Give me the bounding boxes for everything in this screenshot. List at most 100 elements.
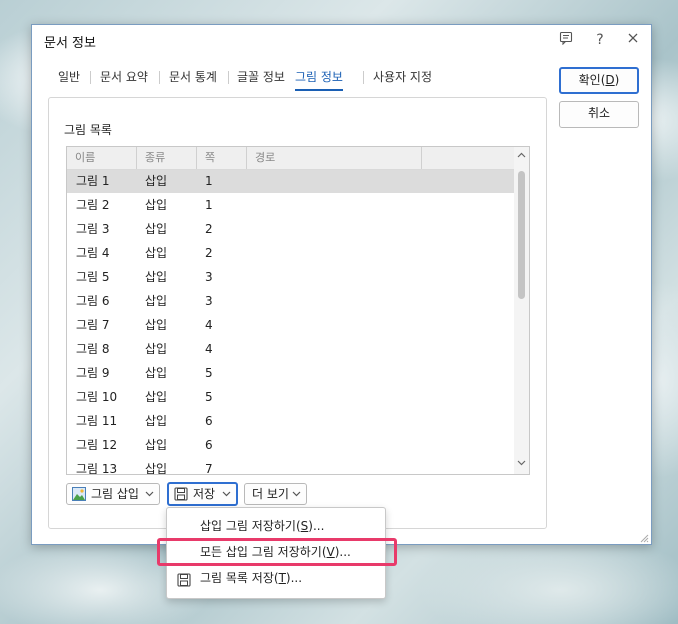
column-header-type[interactable]: 종류 (137, 147, 197, 169)
tab-custom[interactable]: 사용자 지정 (373, 65, 432, 89)
more-label: 더 보기 (252, 487, 289, 501)
scrollbar-thumb[interactable] (518, 171, 525, 299)
close-icon[interactable] (624, 31, 642, 49)
save-button[interactable]: 저장 (167, 482, 238, 506)
ok-label-pre: 확인( (578, 73, 606, 87)
column-header-name[interactable]: 이름 (67, 147, 137, 169)
cell-name: 그림 13 (76, 462, 118, 475)
table-row[interactable]: 그림 2 삽입 1 (67, 194, 514, 217)
column-header-path[interactable]: 경로 (247, 147, 422, 169)
resize-grip-icon[interactable] (639, 532, 649, 543)
cancel-button[interactable]: 취소 (559, 101, 639, 128)
feedback-icon[interactable] (557, 31, 575, 49)
cell-type: 삽입 (145, 174, 168, 188)
cell-type: 삽입 (145, 462, 168, 475)
cell-type: 삽입 (145, 198, 168, 212)
menu-label-pre: 삽입 그림 저장하기( (200, 519, 301, 533)
tab-general[interactable]: 일반 (58, 65, 80, 89)
cell-name: 그림 1 (76, 174, 110, 188)
cell-name: 그림 8 (76, 342, 110, 356)
cell-name: 그림 10 (76, 390, 118, 404)
save-label: 저장 (193, 487, 216, 501)
tab-separator (159, 71, 160, 84)
chevron-down-icon (222, 484, 231, 505)
ok-button[interactable]: 확인(D) (559, 67, 639, 94)
titlebar: 문서 정보 ? (32, 25, 651, 55)
menu-label-post: )... (308, 519, 325, 533)
save-icon (177, 571, 191, 587)
list-header: 이름 종류 쪽 경로 (67, 147, 514, 170)
menu-label-pre: 그림 목록 저장( (200, 571, 279, 585)
cell-page: 2 (205, 246, 213, 260)
cell-name: 그림 9 (76, 366, 110, 380)
tab-separator (90, 71, 91, 84)
insert-picture-label: 그림 삽입 (91, 487, 139, 501)
cell-page: 1 (205, 174, 213, 188)
cell-page: 3 (205, 294, 213, 308)
cell-type: 삽입 (145, 270, 168, 284)
document-info-dialog: 문서 정보 ? 일반 문서 요약 문서 통계 글꼴 정보 그림 정보 사용자 지… (31, 24, 652, 545)
menu-label-post: )... (285, 571, 303, 585)
table-row[interactable]: 그림 6 삽입 3 (67, 290, 514, 313)
cell-name: 그림 6 (76, 294, 110, 308)
picture-list[interactable]: 이름 종류 쪽 경로 그림 1 삽입 1 그림 2 삽입 1 그림 3 삽입 2 그림 4 삽입 2 그… (66, 146, 530, 475)
cell-page: 4 (205, 318, 213, 332)
cell-name: 그림 5 (76, 270, 110, 284)
menu-item-save-inserted-picture[interactable]: 삽입 그림 저장하기(S)... (167, 514, 385, 538)
save-icon (174, 487, 188, 507)
cell-name: 그림 12 (76, 438, 118, 452)
cell-page: 7 (205, 462, 213, 475)
tab-summary[interactable]: 문서 요약 (100, 65, 148, 89)
cell-page: 2 (205, 222, 213, 236)
scroll-up-icon[interactable] (514, 149, 529, 164)
cell-name: 그림 2 (76, 198, 110, 212)
menu-item-save-picture-list[interactable]: 그림 목록 저장(T)... (167, 566, 385, 590)
cell-type: 삽입 (145, 342, 168, 356)
chevron-down-icon (292, 484, 301, 505)
table-row[interactable]: 그림 8 삽입 4 (67, 338, 514, 361)
table-row[interactable]: 그림 1 삽입 1 (67, 170, 514, 193)
table-row[interactable]: 그림 5 삽입 3 (67, 266, 514, 289)
cell-page: 6 (205, 414, 213, 428)
cell-page: 3 (205, 270, 213, 284)
table-row[interactable]: 그림 9 삽입 5 (67, 362, 514, 385)
cell-name: 그림 3 (76, 222, 110, 236)
table-row[interactable]: 그림 4 삽입 2 (67, 242, 514, 265)
table-row[interactable]: 그림 11 삽입 6 (67, 410, 514, 433)
cell-type: 삽입 (145, 222, 168, 236)
cell-type: 삽입 (145, 390, 168, 404)
tab-picture-info[interactable]: 그림 정보 (295, 65, 343, 91)
table-row[interactable]: 그림 13 삽입 7 (67, 458, 514, 475)
tab-separator (363, 71, 364, 84)
cell-page: 5 (205, 366, 213, 380)
more-button[interactable]: 더 보기 (244, 483, 307, 505)
cell-page: 1 (205, 198, 213, 212)
cell-type: 삽입 (145, 366, 168, 380)
table-row[interactable]: 그림 7 삽입 4 (67, 314, 514, 337)
insert-picture-button[interactable]: 그림 삽입 (66, 483, 160, 505)
chevron-down-icon (145, 484, 154, 505)
table-row[interactable]: 그림 10 삽입 5 (67, 386, 514, 409)
vertical-scrollbar[interactable] (514, 147, 529, 474)
table-row[interactable]: 그림 3 삽입 2 (67, 218, 514, 241)
cancel-label: 취소 (587, 106, 611, 120)
cell-type: 삽입 (145, 294, 168, 308)
tab-statistics[interactable]: 문서 통계 (169, 65, 217, 89)
dialog-title: 문서 정보 (44, 36, 96, 51)
cell-type: 삽입 (145, 318, 168, 332)
column-header-page[interactable]: 쪽 (197, 147, 247, 169)
cell-type: 삽입 (145, 414, 168, 428)
scroll-down-icon[interactable] (514, 457, 529, 472)
cell-type: 삽입 (145, 246, 168, 260)
cell-name: 그림 7 (76, 318, 110, 332)
table-row[interactable]: 그림 12 삽입 6 (67, 434, 514, 457)
ok-mnemonic-key: D (605, 73, 615, 87)
cell-name: 그림 4 (76, 246, 110, 260)
cell-type: 삽입 (145, 438, 168, 452)
picture-icon (72, 487, 86, 507)
tab-font-info[interactable]: 글꼴 정보 (237, 65, 285, 89)
help-icon[interactable]: ? (591, 31, 609, 49)
cell-name: 그림 11 (76, 414, 118, 428)
cell-page: 6 (205, 438, 213, 452)
menu-mnemonic-key: T (278, 571, 286, 585)
